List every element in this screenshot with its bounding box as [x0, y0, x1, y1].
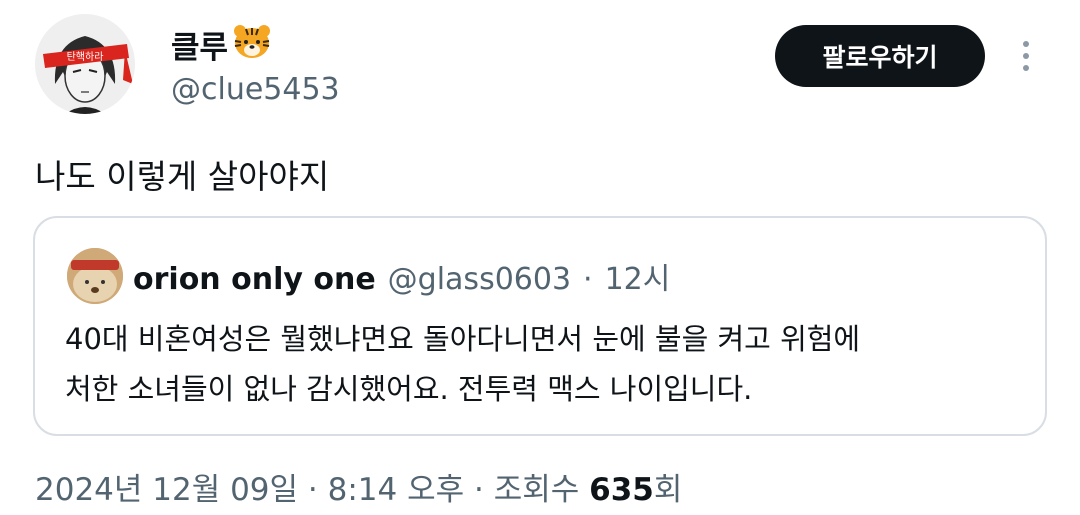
views-suffix: 회	[653, 472, 683, 508]
quoted-display-name[interactable]: orion only one	[133, 262, 376, 297]
headband-text: 탄핵하라	[67, 50, 104, 63]
tweet-date[interactable]: 2024년 12월 09일	[35, 472, 298, 508]
views-count: 635	[589, 472, 654, 508]
more-options-icon[interactable]	[1016, 38, 1036, 78]
author-avatar[interactable]: 탄핵하라	[35, 14, 135, 114]
quoted-timestamp[interactable]: 12시	[605, 254, 671, 298]
follow-button[interactable]: 팔로우하기	[775, 25, 985, 87]
quoted-handle[interactable]: @glass0603	[388, 262, 571, 297]
quoted-text-line: 처한 소녀들이 없나 감시했어요. 전투력 맥스 나이입니다.	[65, 372, 753, 406]
author-handle[interactable]: @clue5453	[171, 72, 340, 107]
quoted-tweet-text: 40대 비혼여성은 뭘했냐면요 돌아다니면서 눈에 불을 켜고 위험에 처한 소…	[65, 314, 860, 414]
separator-dot: ·	[474, 472, 484, 508]
author-display-name[interactable]: 클루	[171, 22, 272, 67]
separator-dot: ·	[307, 472, 318, 508]
tiger-face-icon	[232, 23, 272, 67]
quoted-author-avatar[interactable]	[67, 248, 123, 304]
quoted-tweet[interactable]: orion only one @glass0603 · 12시 40대 비혼여성…	[33, 216, 1047, 436]
tweet-time[interactable]: 8:14 오후	[328, 472, 465, 508]
author-name-text: 클루	[171, 30, 229, 66]
tweet-text: 나도 이렇게 살아야지	[35, 157, 330, 196]
views-label: 조회수	[493, 472, 580, 508]
tweet-meta: 2024년 12월 09일 · 8:14 오후 · 조회수 635회	[35, 464, 682, 509]
quoted-text-line: 40대 비혼여성은 뭘했냐면요 돌아다니면서 눈에 불을 켜고 위험에	[65, 322, 861, 356]
separator-dot: ·	[583, 262, 593, 297]
